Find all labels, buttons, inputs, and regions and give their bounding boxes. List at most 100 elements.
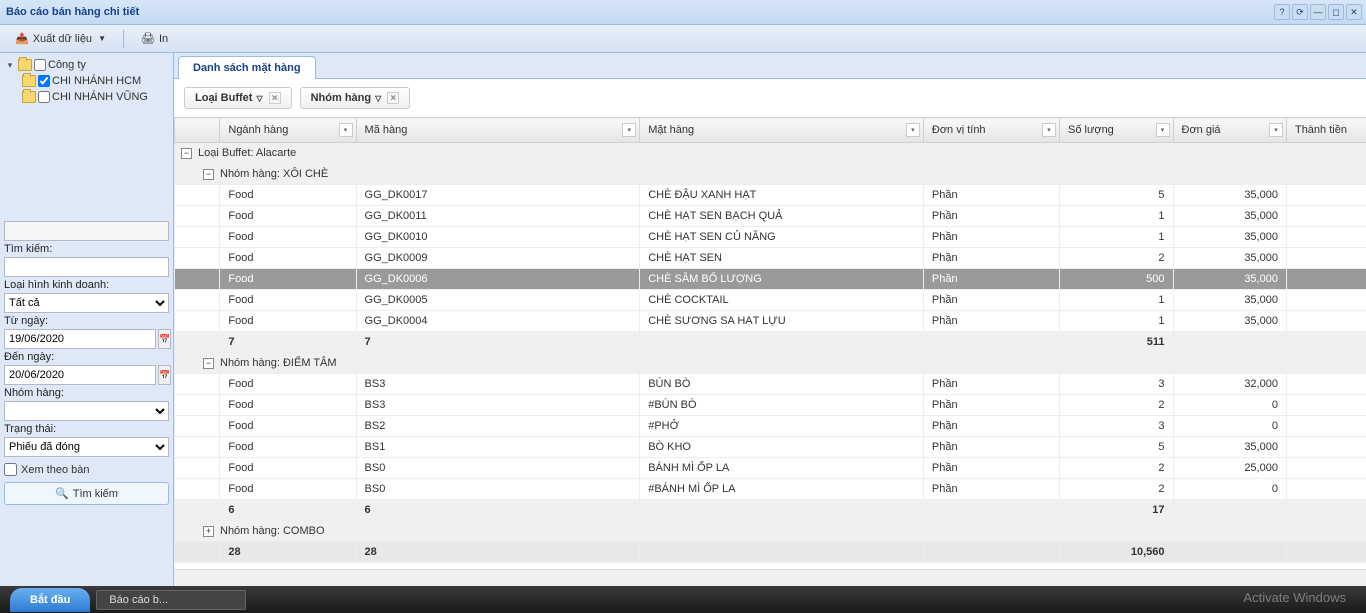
- group-row[interactable]: +Nhóm hàng: COMBO: [175, 521, 1366, 542]
- col-amount[interactable]: Thành tiền▾: [1286, 118, 1366, 143]
- col-expand: [175, 118, 220, 143]
- remove-filter-icon[interactable]: ×: [387, 92, 399, 104]
- table-row[interactable]: FoodGG_DK0005CHÈ COCKTAILPhần135,00035,0…: [175, 290, 1366, 311]
- status-select[interactable]: Phiếu đã đóng: [4, 437, 169, 457]
- search-button[interactable]: 🔍 Tìm kiếm: [4, 482, 169, 505]
- tree-branch-hcm[interactable]: CHI NHÁNH HCM: [4, 73, 169, 89]
- search-label: Tìm kiếm:: [4, 243, 169, 255]
- table-row[interactable]: FoodBS3BÚN BÒPhần332,00096,000: [175, 374, 1366, 395]
- minimize-button[interactable]: —: [1310, 4, 1326, 20]
- tab-label: Danh sách mặt hàng: [193, 62, 301, 74]
- taskbar-item-label: Báo cáo b...: [109, 594, 168, 606]
- print-icon: 🖨: [141, 32, 155, 45]
- table-row[interactable]: FoodGG_DK0004CHÈ SƯƠNG SA HẠT LỰUPhần135…: [175, 311, 1366, 332]
- grand-count2: 28: [356, 542, 640, 563]
- filter-icon[interactable]: ▾: [1042, 123, 1056, 137]
- horizontal-scrollbar[interactable]: [174, 569, 1366, 586]
- chevron-down-icon: ▽: [375, 94, 381, 103]
- print-button[interactable]: 🖨 In: [132, 28, 177, 49]
- branch1-checkbox[interactable]: [38, 75, 50, 87]
- collapse-icon[interactable]: ▾: [4, 60, 16, 71]
- expand-icon[interactable]: −: [203, 358, 214, 369]
- table-row[interactable]: FoodBS0#BÁNH MÌ ỐP LAPhần200: [175, 479, 1366, 500]
- close-button[interactable]: ✕: [1346, 4, 1362, 20]
- col-quantity[interactable]: Số lượng▾: [1060, 118, 1173, 143]
- group-label: Nhóm hàng:: [4, 387, 169, 399]
- business-type-select[interactable]: Tất cả: [4, 293, 169, 313]
- root-checkbox[interactable]: [34, 59, 46, 71]
- taskbar: Bắt đầu Báo cáo b...: [0, 586, 1366, 613]
- group-row[interactable]: −Loại Buffet: Alacarte: [175, 143, 1366, 164]
- filter-buffet-type[interactable]: Loại Buffet ▽ ×: [184, 87, 292, 109]
- group-row[interactable]: −Nhóm hàng: ĐIỂM TÂM: [175, 353, 1366, 374]
- top-input[interactable]: [4, 221, 169, 241]
- filter-item-group[interactable]: Nhóm hàng ▽ ×: [300, 87, 411, 109]
- taskbar-item-report[interactable]: Báo cáo b...: [96, 590, 246, 610]
- table-row[interactable]: FoodGG_DK0010CHÈ HẠT SEN CỦ NĂNGPhần135,…: [175, 227, 1366, 248]
- status-label: Trạng thái:: [4, 423, 169, 435]
- to-date-picker-icon[interactable]: 📅: [158, 365, 171, 385]
- grand-count1: 28: [220, 542, 356, 563]
- table-row[interactable]: FoodGG_DK0011CHÈ HẠT SEN BẠCH QUẢPhần135…: [175, 206, 1366, 227]
- from-date-input[interactable]: [4, 329, 156, 349]
- search-button-label: Tìm kiếm: [73, 488, 118, 500]
- filter-icon[interactable]: ▾: [339, 123, 353, 137]
- refresh-button[interactable]: ⟳: [1292, 4, 1308, 20]
- view-by-table-checkbox[interactable]: [4, 463, 17, 476]
- group-row[interactable]: −Nhóm hàng: XÔI CHÈ: [175, 164, 1366, 185]
- filter-icon[interactable]: ▾: [622, 123, 636, 137]
- col-unit-price[interactable]: Đơn giá▾: [1173, 118, 1286, 143]
- tab-strip: Danh sách mặt hàng: [174, 53, 1366, 79]
- filter-buffet-label: Loại Buffet: [195, 92, 252, 104]
- filter-group-label: Nhóm hàng: [311, 92, 372, 104]
- table-row[interactable]: FoodBS1BÒ KHOPhần535,000175,000: [175, 437, 1366, 458]
- toolbar-separator: [123, 30, 124, 48]
- header-row: Ngành hàng▾ Mã hàng▾ Mặt hàng▾ Đơn vị tí…: [175, 118, 1366, 143]
- remove-filter-icon[interactable]: ×: [269, 92, 281, 104]
- tab-item-list[interactable]: Danh sách mặt hàng: [178, 56, 316, 79]
- table-row[interactable]: FoodGG_DK0017CHÈ ĐẬU XANH HẠTPhần535,000…: [175, 185, 1366, 206]
- col-item-code[interactable]: Mã hàng▾: [356, 118, 640, 143]
- from-date-picker-icon[interactable]: 📅: [158, 329, 171, 349]
- col-industry[interactable]: Ngành hàng▾: [220, 118, 356, 143]
- table-row[interactable]: FoodGG_DK0009CHÈ HẠT SENPhần235,00070,00…: [175, 248, 1366, 269]
- branch2-checkbox[interactable]: [38, 91, 50, 103]
- col-item-name[interactable]: Mặt hàng▾: [640, 118, 924, 143]
- export-icon: 📤: [15, 32, 29, 45]
- group-select[interactable]: [4, 401, 169, 421]
- filter-icon[interactable]: ▾: [906, 123, 920, 137]
- window-title-bar: Báo cáo bán hàng chi tiết ? ⟳ — ◻ ✕: [0, 0, 1366, 25]
- to-date-input[interactable]: [4, 365, 156, 385]
- filter-icon[interactable]: ▾: [1156, 123, 1170, 137]
- grid-scroll-area[interactable]: Ngành hàng▾ Mã hàng▾ Mặt hàng▾ Đơn vị tí…: [174, 117, 1366, 569]
- table-row[interactable]: FoodBS3#BÚN BÒPhần200: [175, 395, 1366, 416]
- branch1-label: CHI NHÁNH HCM: [52, 75, 141, 87]
- expand-icon[interactable]: +: [203, 526, 214, 537]
- view-by-table-label: Xem theo bàn: [21, 464, 90, 476]
- toolbar: 📤 Xuất dữ liệu ▼ 🖨 In: [0, 25, 1366, 53]
- print-label: In: [159, 33, 168, 45]
- group-by-bar: Loại Buffet ▽ × Nhóm hàng ▽ ×: [174, 79, 1366, 117]
- chevron-down-icon: ▽: [256, 94, 262, 103]
- help-button[interactable]: ?: [1274, 4, 1290, 20]
- table-row[interactable]: FoodGG_DK0006CHÈ SÂM BỔ LƯỢNGPhần50035,0…: [175, 269, 1366, 290]
- table-row[interactable]: FoodBS2#PHỞPhần300: [175, 416, 1366, 437]
- start-button[interactable]: Bắt đầu: [10, 588, 90, 612]
- table-row[interactable]: FoodBS0BÁNH MÌ ỐP LAPhần225,00050,000: [175, 458, 1366, 479]
- export-label: Xuất dữ liệu: [33, 33, 92, 45]
- maximize-button[interactable]: ◻: [1328, 4, 1344, 20]
- content-area: Danh sách mặt hàng Loại Buffet ▽ × Nhóm …: [174, 53, 1366, 586]
- expand-icon[interactable]: −: [181, 148, 192, 159]
- folder-icon: [18, 59, 32, 71]
- filter-icon[interactable]: ▾: [1269, 123, 1283, 137]
- subtotal-row: 6617321,000: [175, 500, 1366, 521]
- search-input[interactable]: [4, 257, 169, 277]
- branch-tree: ▾ Công ty CHI NHÁNH HCM CHI NHÁNH VŨNG: [4, 57, 169, 105]
- tree-branch-vung[interactable]: CHI NHÁNH VŨNG: [4, 89, 169, 105]
- folder-icon: [22, 91, 36, 103]
- col-unit[interactable]: Đơn vị tính▾: [923, 118, 1059, 143]
- grand-total-row: 28 28 10,560 1,720,634,000: [175, 542, 1366, 563]
- expand-icon[interactable]: −: [203, 169, 214, 180]
- tree-root[interactable]: ▾ Công ty: [4, 57, 169, 73]
- export-button[interactable]: 📤 Xuất dữ liệu ▼: [6, 28, 115, 49]
